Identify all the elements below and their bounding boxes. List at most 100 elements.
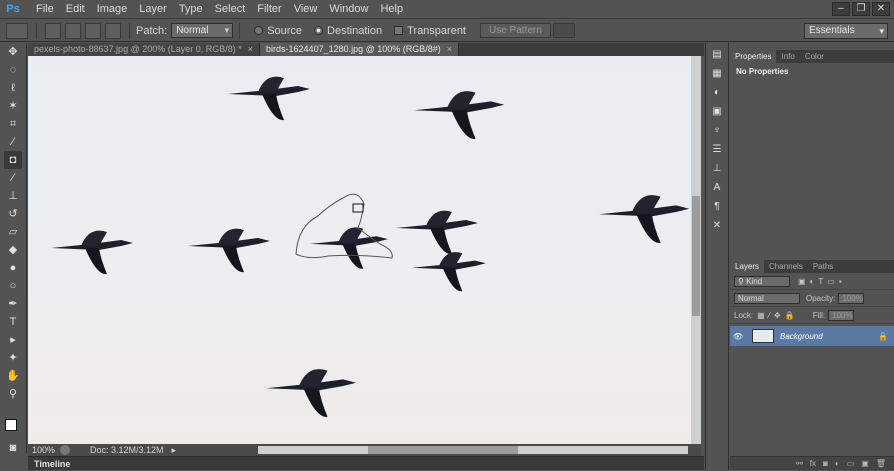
tab-properties[interactable]: Properties bbox=[730, 50, 777, 63]
move-tool-icon[interactable]: ✥ bbox=[4, 43, 22, 61]
minimize-icon[interactable]: – bbox=[832, 2, 850, 16]
menu-type[interactable]: Type bbox=[173, 0, 209, 19]
dodge-tool-icon[interactable]: ○ bbox=[4, 277, 22, 295]
layer-name: Background bbox=[780, 331, 823, 341]
tab-color[interactable]: Color bbox=[800, 50, 829, 63]
source-radio[interactable] bbox=[254, 26, 264, 35]
zoom-tool-icon[interactable]: ⚲ bbox=[4, 385, 22, 403]
hand-tool-icon[interactable]: ✋ bbox=[4, 367, 22, 385]
navigator-icon[interactable]: ▣ bbox=[709, 105, 725, 119]
menu-image[interactable]: Image bbox=[91, 0, 134, 19]
layer-filter-row: ⚲ Kind ▣◐T▭▪ bbox=[730, 273, 894, 290]
close-tab-icon[interactable]: × bbox=[248, 44, 253, 54]
blend-mode-select[interactable]: Normal bbox=[734, 292, 800, 304]
zoom-level[interactable]: 100% bbox=[32, 445, 60, 455]
layer-kind-select[interactable]: ⚲ Kind bbox=[734, 275, 790, 287]
patch-tool-icon[interactable]: ◘ bbox=[4, 151, 22, 169]
horizontal-scrollbar-thumb[interactable] bbox=[368, 446, 518, 454]
layers-panel: Layers Channels Paths ⚲ Kind ▣◐T▭▪ Norma… bbox=[730, 260, 894, 456]
delete-layer-icon[interactable]: 🗑 bbox=[876, 459, 886, 468]
bird bbox=[310, 227, 388, 269]
brush-presets-icon[interactable]: ♆ bbox=[709, 124, 725, 138]
adjustments-icon[interactable]: ◐ bbox=[709, 86, 725, 100]
workspace-select[interactable]: Essentials bbox=[804, 23, 888, 39]
vertical-scrollbar-thumb[interactable] bbox=[692, 196, 700, 316]
use-pattern-button[interactable]: Use Pattern bbox=[480, 23, 551, 38]
clone-source-icon[interactable]: ⊥ bbox=[709, 162, 725, 176]
timeline-panel[interactable]: Timeline bbox=[28, 456, 704, 470]
eyedropper-tool-icon[interactable]: ⁄ bbox=[4, 133, 22, 151]
horizontal-scrollbar[interactable] bbox=[258, 446, 688, 454]
history-brush-tool-icon[interactable]: ↺ bbox=[4, 205, 22, 223]
menu-edit[interactable]: Edit bbox=[60, 0, 91, 19]
menu-window[interactable]: Window bbox=[323, 0, 374, 19]
foreground-color-swatch[interactable] bbox=[5, 419, 17, 431]
tab-channels[interactable]: Channels bbox=[764, 260, 808, 273]
fx-icon[interactable]: fx bbox=[810, 459, 816, 468]
menu-bar: Ps File Edit Image Layer Type Select Fil… bbox=[0, 0, 894, 19]
document-canvas[interactable] bbox=[28, 56, 691, 444]
clone-stamp-tool-icon[interactable]: ⊥ bbox=[4, 187, 22, 205]
vertical-scrollbar[interactable] bbox=[691, 56, 701, 444]
menu-file[interactable]: File bbox=[30, 0, 60, 19]
eraser-tool-icon[interactable]: ▱ bbox=[4, 223, 22, 241]
character-icon[interactable]: A bbox=[709, 181, 725, 195]
brush-panel-icon[interactable]: ☰ bbox=[709, 143, 725, 157]
tab-paths[interactable]: Paths bbox=[808, 260, 838, 273]
brush-tool-icon[interactable]: ⁄ bbox=[4, 169, 22, 187]
fill-input[interactable]: 100% bbox=[828, 309, 855, 321]
menu-view[interactable]: View bbox=[288, 0, 324, 19]
restore-icon[interactable]: ❐ bbox=[852, 2, 870, 16]
add-selection-icon[interactable] bbox=[65, 22, 81, 39]
blur-tool-icon[interactable]: ● bbox=[4, 259, 22, 277]
link-layers-icon[interactable]: ⚯ bbox=[796, 459, 803, 468]
tab-birds[interactable]: birds-1624407_1280.jpg @ 100% (RGB/8#) × bbox=[260, 43, 460, 56]
lasso-tool-icon[interactable]: ℓ bbox=[4, 79, 22, 97]
transparent-checkbox[interactable] bbox=[394, 26, 404, 35]
tool-presets-icon[interactable]: ✕ bbox=[709, 219, 725, 233]
path-selection-tool-icon[interactable]: ▸ bbox=[4, 331, 22, 349]
history-icon[interactable]: ▤ bbox=[709, 48, 725, 62]
close-tab-icon[interactable]: × bbox=[447, 44, 452, 54]
paint-bucket-tool-icon[interactable]: ◆ bbox=[4, 241, 22, 259]
tab-info[interactable]: Info bbox=[776, 50, 799, 63]
close-icon[interactable]: ✕ bbox=[872, 2, 890, 16]
visibility-eye-icon[interactable]: 👁 bbox=[730, 332, 746, 341]
new-selection-icon[interactable] bbox=[45, 22, 61, 39]
menu-help[interactable]: Help bbox=[374, 0, 409, 19]
status-info-icon[interactable] bbox=[60, 445, 70, 455]
histogram-icon[interactable]: ▦ bbox=[709, 67, 725, 81]
paragraph-icon[interactable]: ¶ bbox=[709, 200, 725, 214]
tab-layers[interactable]: Layers bbox=[730, 260, 765, 273]
new-layer-icon[interactable]: ▣ bbox=[861, 459, 869, 468]
menu-filter[interactable]: Filter bbox=[251, 0, 287, 19]
menu-select[interactable]: Select bbox=[209, 0, 252, 19]
panel-icon-strip: ▤ ▦ ◐ ▣ ♆ ☰ ⊥ A ¶ ✕ bbox=[705, 43, 729, 470]
new-group-icon[interactable]: ▭ bbox=[847, 459, 855, 468]
add-mask-icon[interactable]: ◙ bbox=[823, 459, 828, 468]
bird bbox=[228, 76, 310, 121]
opacity-input[interactable]: 100% bbox=[838, 292, 865, 304]
destination-radio[interactable] bbox=[314, 26, 324, 35]
crop-tool-icon[interactable]: ⌗ bbox=[4, 115, 22, 133]
menu-layer[interactable]: Layer bbox=[133, 0, 173, 19]
lock-icons[interactable]: ▦⁄✥🔒 bbox=[757, 311, 799, 320]
layer-filter-icons[interactable]: ▣◐T▭▪ bbox=[798, 277, 846, 286]
blend-row: Normal Opacity: 100% bbox=[730, 290, 894, 307]
bird bbox=[599, 195, 690, 243]
pen-tool-icon[interactable]: ✒ bbox=[4, 295, 22, 313]
magic-wand-tool-icon[interactable]: ✶ bbox=[4, 97, 22, 115]
patch-mode-select[interactable]: Normal bbox=[171, 23, 234, 38]
status-menu-icon[interactable]: ▸ bbox=[172, 445, 177, 456]
pattern-picker[interactable] bbox=[552, 23, 575, 38]
quick-mask-icon[interactable]: ◙ bbox=[4, 439, 22, 457]
tab-pexels-photo[interactable]: pexels-photo-88637.jpg @ 200% (Layer 0, … bbox=[28, 43, 261, 56]
patch-tool-preset-icon[interactable] bbox=[6, 22, 28, 39]
layer-row-background[interactable]: 👁 Background 🔒 bbox=[730, 326, 894, 346]
marquee-tool-icon[interactable]: ◌ bbox=[4, 61, 22, 79]
adjustment-layer-icon[interactable]: ◐ bbox=[835, 459, 840, 468]
type-tool-icon[interactable]: T bbox=[4, 313, 22, 331]
subtract-selection-icon[interactable] bbox=[85, 22, 101, 39]
shape-tool-icon[interactable]: ✦ bbox=[4, 349, 22, 367]
intersect-selection-icon[interactable] bbox=[105, 22, 121, 39]
